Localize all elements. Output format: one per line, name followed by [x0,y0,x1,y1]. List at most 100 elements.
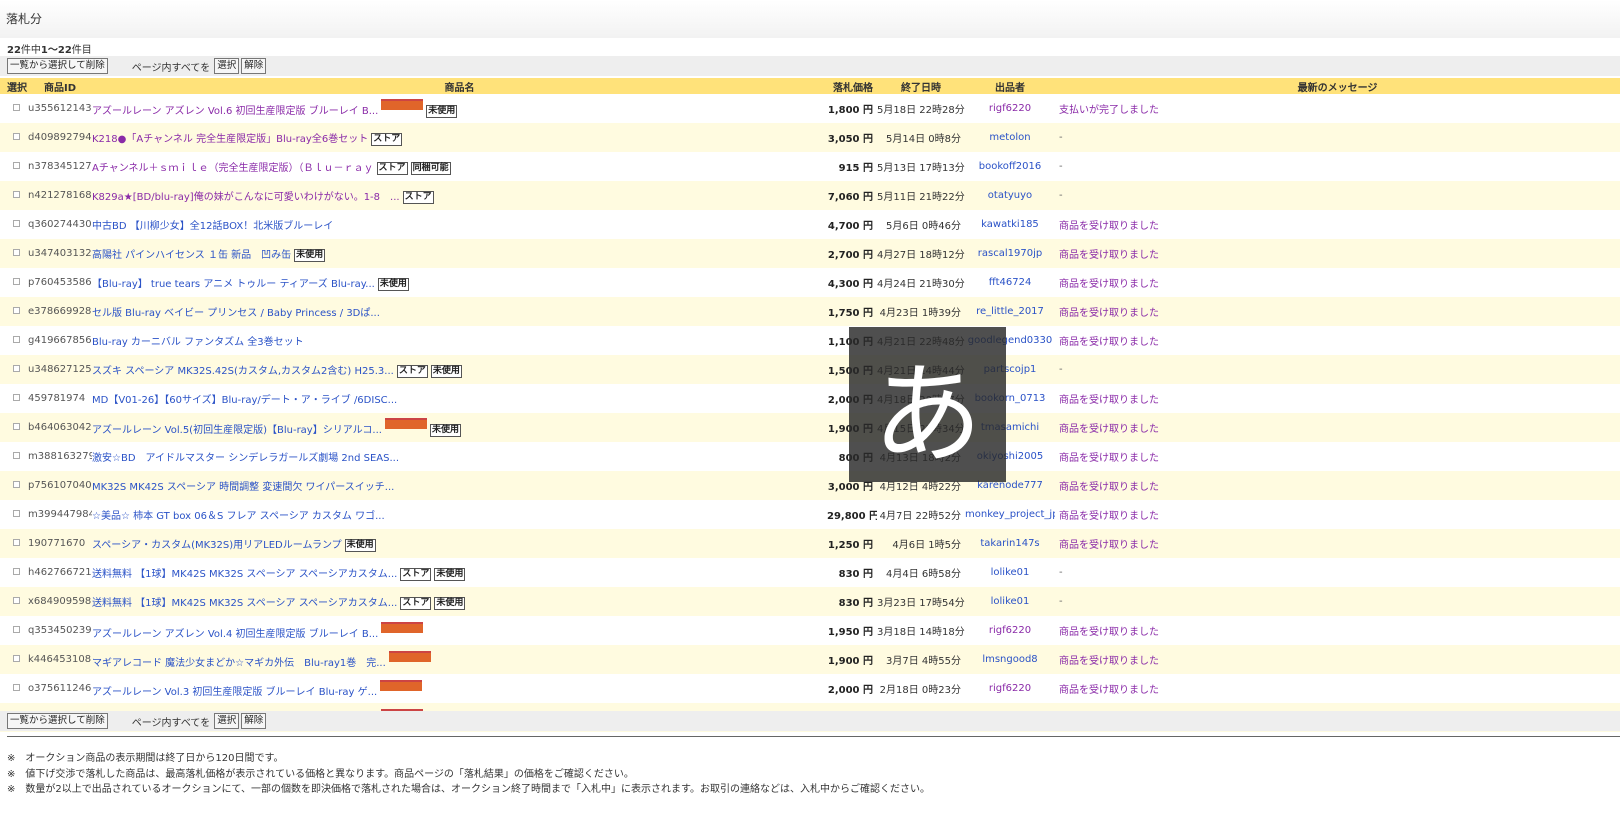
item-tag: 未使用 [429,424,461,437]
clear-all-button[interactable]: 解除 [241,713,267,729]
row-checkbox[interactable] [13,510,20,517]
select-cell [0,94,28,123]
seller-link[interactable]: lmsngood8 [965,645,1055,674]
select-all-button[interactable]: 選択 [214,713,240,729]
winning-price: 1,250 円 [827,529,877,558]
row-checkbox[interactable] [13,249,20,256]
latest-message[interactable]: 商品を受け取りました [1055,616,1620,645]
promo-badge-icon [381,99,424,110]
delete-selected-button[interactable]: 一覧から選択して削除 [7,713,108,729]
latest-message[interactable]: 商品を受け取りました [1055,442,1620,471]
winning-price: 29,800 円 [827,500,877,529]
item-name-cell: スペーシア・カスタム(MK32S)用リアLEDルームランプ 未使用 [92,529,827,558]
row-checkbox[interactable] [13,278,20,285]
latest-message[interactable]: 支払いが完了しました [1055,94,1620,123]
row-checkbox[interactable] [13,220,20,227]
item-title-link[interactable]: K829a★[BD/blu-ray]俺の妹がこんなに可愛いわけがない。1-8 .… [92,192,400,203]
item-name-cell: ☆美品☆ 柿本 GT box 06＆S フレア スペーシア カスタム ワゴ... [92,500,827,529]
select-all-button[interactable]: 選択 [214,58,240,74]
row-checkbox[interactable] [13,162,20,169]
delete-selected-button[interactable]: 一覧から選択して削除 [7,58,108,74]
seller-link[interactable]: rigf6220 [965,94,1055,123]
item-title-link[interactable]: アズールレーン アズレン Vol.6 初回生産限定版 ブルーレイ B... [92,106,378,117]
latest-message[interactable]: 商品を受け取りました [1055,413,1620,442]
row-checkbox[interactable] [13,452,20,459]
row-checkbox[interactable] [13,394,20,401]
item-id: p756107040 [28,471,92,500]
table-row: q360274430 中古BD 【川柳少女】全12話BOX！北米版ブルーレイ 4,7… [0,210,1620,239]
row-checkbox[interactable] [13,423,20,430]
latest-message[interactable]: 商品を受け取りました [1055,384,1620,413]
latest-message[interactable]: 商品を受け取りました [1055,529,1620,558]
end-time: 4月7日 22時52分 [877,500,965,529]
row-checkbox[interactable] [13,336,20,343]
item-title-link[interactable]: セル版 Blu-ray ベイビー プリンセス / Baby Princess /… [92,308,380,319]
row-checkbox[interactable] [13,104,20,111]
seller-link[interactable]: rigf6220 [965,674,1055,703]
clear-all-button[interactable]: 解除 [241,58,267,74]
latest-message[interactable]: 商品を受け取りました [1055,645,1620,674]
seller-link[interactable]: lolike01 [965,587,1055,616]
seller-link[interactable]: takarin147s [965,529,1055,558]
item-tag: 未使用 [430,364,462,378]
seller-link[interactable]: fft46724 [965,268,1055,297]
item-title-link[interactable]: K218●「Aチャンネル 完全生産限定版」Blu-ray全6巻セット [92,134,368,145]
item-name-cell: 激安☆BD アイドルマスター シンデレラガールズ劇場 2nd SEAS... [92,442,827,471]
seller-link[interactable]: monkey_project_jp [965,500,1055,529]
item-name-cell: 中古BD 【川柳少女】全12話BOX！北米版ブルーレイ [92,210,827,239]
row-checkbox[interactable] [13,568,20,575]
winning-price: 830 円 [827,558,877,587]
row-checkbox[interactable] [13,684,20,691]
item-title-link[interactable]: 高陽社 パインハイセンス １缶 新品 凹み缶 [92,250,291,261]
seller-link[interactable]: rigf6220 [965,616,1055,645]
seller-link[interactable]: otatyuyo [965,181,1055,210]
item-title-link[interactable]: ☆美品☆ 柿本 GT box 06＆S フレア スペーシア カスタム ワゴ... [92,511,385,522]
item-title-link[interactable]: Blu-ray カーニバル ファンタズム 全3巻セット [92,337,304,348]
latest-message[interactable]: 商品を受け取りました [1055,326,1620,355]
col-end: 終了日時 [877,78,965,94]
row-checkbox[interactable] [13,481,20,488]
row-checkbox[interactable] [13,133,20,140]
row-checkbox[interactable] [13,365,20,372]
row-checkbox[interactable] [13,539,20,546]
latest-message[interactable]: 商品を受け取りました [1055,210,1620,239]
latest-message[interactable]: 商品を受け取りました [1055,471,1620,500]
table-row: m388163279 激安☆BD アイドルマスター シンデレラガールズ劇場 2nd… [0,442,1620,471]
latest-message[interactable]: 商品を受け取りました [1055,500,1620,529]
item-title-link[interactable]: アズールレーン Vol.3 初回生産限定版 ブルーレイ Blu-ray ゲ... [92,687,377,698]
item-tag: 未使用 [434,596,466,610]
winning-price: 1,900 円 [827,645,877,674]
item-title-link[interactable]: MD【V01-26】【60サイズ】Blu-ray/デート・ア・ライブ /6DIS… [92,395,397,406]
item-title-link[interactable]: 激安☆BD アイドルマスター シンデレラガールズ劇場 2nd SEAS... [92,453,399,464]
seller-link[interactable]: kawatki185 [965,210,1055,239]
item-tag: ストア [402,190,434,204]
item-title-link[interactable]: スペーシア・カスタム(MK32S)用リアLEDルームランプ [92,540,342,551]
item-title-link[interactable]: 中古BD 【川柳少女】全12話BOX！北米版ブルーレイ [92,221,333,232]
seller-link[interactable]: rascal1970jp [965,239,1055,268]
item-title-link[interactable]: スズキ スペーシア MK32S.42S(カスタム,カスタム2含む) H25.3.… [92,366,394,377]
latest-message[interactable]: 商品を受け取りました [1055,297,1620,326]
item-title-link[interactable]: マギアレコード 魔法少女まどか☆マギカ外伝 Blu-ray1巻 完... [92,658,386,669]
item-title-link[interactable]: 【Blu-ray】 true tears アニメ トゥルー ティアーズ Blu-… [92,279,375,290]
item-tag: 未使用 [434,567,466,581]
row-checkbox[interactable] [13,307,20,314]
row-checkbox[interactable] [13,626,20,633]
row-checkbox[interactable] [13,191,20,198]
item-title-link[interactable]: Aチャンネル＋ｓｍｉｌｅ（完全生産限定版）（Ｂｌｕ－ｒａｙ [92,163,374,174]
latest-message[interactable]: 商品を受け取りました [1055,268,1620,297]
end-time: 2月18日 0時23分 [877,674,965,703]
item-title-link[interactable]: 送料無料 【1球】MK42S MK32S スペーシア スペーシアカスタム... [92,598,397,609]
table-row: k446453108 マギアレコード 魔法少女まどか☆マギカ外伝 Blu-ray1… [0,645,1620,674]
item-title-link[interactable]: アズールレーン アズレン Vol.4 初回生産限定版 ブルーレイ B... [92,629,378,640]
latest-message[interactable]: 商品を受け取りました [1055,674,1620,703]
row-checkbox[interactable] [13,597,20,604]
seller-link[interactable]: lolike01 [965,558,1055,587]
item-title-link[interactable]: 送料無料 【1球】MK42S MK32S スペーシア スペーシアカスタム... [92,569,397,580]
row-checkbox[interactable] [13,655,20,662]
seller-link[interactable]: re_little_2017 [965,297,1055,326]
item-title-link[interactable]: MK32S MK42S スペーシア 時間調整 変速間欠 ワイパースイッチ... [92,482,394,493]
latest-message[interactable]: 商品を受け取りました [1055,239,1620,268]
item-title-link[interactable]: アズールレーン Vol.5(初回生産限定版)【Blu-ray】シリアルコ... [92,425,382,436]
seller-link[interactable]: metolon [965,123,1055,152]
seller-link[interactable]: bookoff2016 [965,152,1055,181]
